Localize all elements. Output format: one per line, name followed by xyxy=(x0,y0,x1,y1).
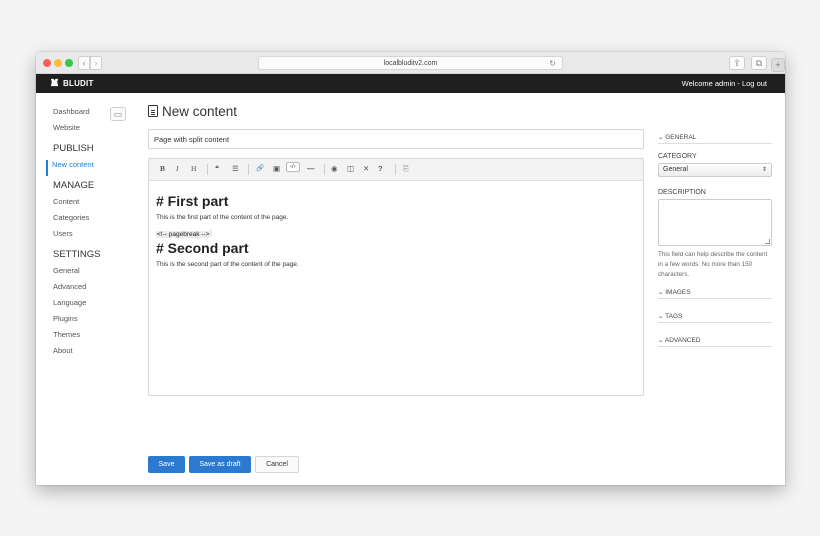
content-pagebreak: <!-- pagebreak --> xyxy=(156,229,636,240)
description-textarea[interactable] xyxy=(658,199,772,246)
image-icon[interactable]: ▣ xyxy=(273,164,280,173)
sidebar-item-plugins[interactable]: Plugins xyxy=(53,314,143,330)
sidebar-heading-publish: PUBLISH xyxy=(53,143,94,154)
sidebar-item-dashboard[interactable]: Dashboard xyxy=(53,107,143,123)
section-advanced-toggle[interactable]: ⌄ ADVANCED xyxy=(658,335,772,347)
sidebar-item-categories[interactable]: Categories xyxy=(53,213,143,229)
sidebar-item-content[interactable]: Content xyxy=(53,197,143,213)
toolbar-separator xyxy=(207,164,208,175)
toolbar-separator xyxy=(395,164,396,175)
section-images-toggle[interactable]: ⌄ IMAGES xyxy=(658,287,772,299)
page-title: New content xyxy=(148,104,448,119)
category-select[interactable]: General ⇕ xyxy=(658,163,772,177)
document-icon xyxy=(148,105,158,117)
url-text: localbluditv2.com xyxy=(383,60,438,67)
forward-button[interactable]: › xyxy=(90,56,102,70)
logo[interactable]: BLUDIT xyxy=(50,78,94,88)
content-heading-first: # First part xyxy=(156,193,229,209)
logo-text: BLUDIT xyxy=(63,79,94,88)
toolbar-separator xyxy=(248,164,249,175)
cancel-button[interactable]: Cancel xyxy=(255,456,299,473)
bold-icon[interactable]: B xyxy=(160,164,165,173)
italic-icon[interactable]: I xyxy=(176,164,179,173)
address-bar[interactable]: localbluditv2.com ↻ xyxy=(258,56,563,70)
welcome-logout-link[interactable]: Welcome admin - Log out xyxy=(682,79,767,88)
zoom-window-button[interactable] xyxy=(65,59,73,67)
content-paragraph-first: This is the first part of the content of… xyxy=(156,214,289,221)
save-as-draft-button[interactable]: Save as draft xyxy=(189,456,251,473)
save-button[interactable]: Save xyxy=(148,456,185,473)
editor-toolbar: B I H ❝ ☰ 🔗 ▣ ‹/› — ◉ ◫ ✕ ? ⎘ xyxy=(149,159,643,181)
horizontal-rule-icon[interactable]: — xyxy=(307,164,315,173)
editor-content[interactable]: # First part This is the first part of t… xyxy=(149,181,643,288)
category-label: CATEGORY xyxy=(658,153,697,160)
sidebar-heading-manage: MANAGE xyxy=(53,180,95,191)
sidebar-item-about[interactable]: About xyxy=(53,346,143,362)
pagebreak-text: <!-- pagebreak --> xyxy=(156,231,211,238)
fullscreen-icon[interactable]: ✕ xyxy=(363,164,369,173)
sidebar-item-users[interactable]: Users xyxy=(53,229,143,245)
sidebar: Dashboard Website PUBLISH New content MA… xyxy=(46,107,143,362)
markdown-editor[interactable]: B I H ❝ ☰ 🔗 ▣ ‹/› — ◉ ◫ ✕ ? ⎘ # First pa… xyxy=(148,158,644,396)
preview-icon[interactable]: ◉ xyxy=(331,164,338,173)
sidebar-item-general[interactable]: General xyxy=(53,266,143,282)
text-cursor xyxy=(210,229,213,237)
select-arrows-icon: ⇕ xyxy=(761,167,767,173)
reload-icon[interactable]: ↻ xyxy=(549,57,556,70)
code-icon[interactable]: ‹/› xyxy=(286,162,300,172)
toolbar-separator xyxy=(324,164,325,175)
sidebar-heading-settings: SETTINGS xyxy=(53,249,101,260)
tabs-icon[interactable]: ⧉ xyxy=(751,56,767,70)
help-icon[interactable]: ? xyxy=(378,164,383,173)
heading-icon[interactable]: H xyxy=(191,164,196,173)
minimize-window-button[interactable] xyxy=(54,59,62,67)
category-select-value: General xyxy=(663,166,688,173)
sidebar-item-advanced[interactable]: Advanced xyxy=(53,282,143,298)
browser-chrome: ‹ › ▭ localbluditv2.com ↻ ⇪ ⧉ + xyxy=(36,52,785,121)
close-window-button[interactable] xyxy=(43,59,51,67)
content-paragraph-second: This is the second part of the content o… xyxy=(156,261,299,268)
quote-icon[interactable]: ❝ xyxy=(215,164,219,173)
browser-window: ‹ › ▭ localbluditv2.com ↻ ⇪ ⧉ + BLUDIT W… xyxy=(36,52,785,485)
sidebar-item-website[interactable]: Website xyxy=(53,123,143,139)
side-by-side-icon[interactable]: ◫ xyxy=(347,164,354,173)
page-title-text: New content xyxy=(162,104,238,119)
bludit-logo-icon xyxy=(50,78,59,87)
sidebar-item-new-content[interactable]: New content xyxy=(46,160,143,176)
sidebar-item-themes[interactable]: Themes xyxy=(53,330,143,346)
link-icon[interactable]: 🔗 xyxy=(256,164,264,172)
section-tags-toggle[interactable]: ⌄ TAGS xyxy=(658,311,772,323)
description-help-text: This field can help describe the content… xyxy=(658,251,768,278)
page-title-input[interactable]: Page with split content xyxy=(148,129,644,149)
section-general-toggle[interactable]: ⌄ GENERAL xyxy=(658,132,772,144)
list-icon[interactable]: ☰ xyxy=(232,164,239,173)
sidebar-item-language[interactable]: Language xyxy=(53,298,143,314)
top-bar: BLUDIT Welcome admin - Log out xyxy=(36,74,785,93)
new-tab-button[interactable]: + xyxy=(771,58,785,72)
description-label: DESCRIPTION xyxy=(658,189,706,196)
share-icon[interactable]: ⇪ xyxy=(729,56,745,70)
content-heading-second: # Second part xyxy=(156,240,249,256)
back-button[interactable]: ‹ xyxy=(78,56,90,70)
pagebreak-icon[interactable]: ⎘ xyxy=(403,164,409,174)
options-panel: ⌄ GENERAL CATEGORY General ⇕ DESCRIPTION… xyxy=(658,132,772,347)
